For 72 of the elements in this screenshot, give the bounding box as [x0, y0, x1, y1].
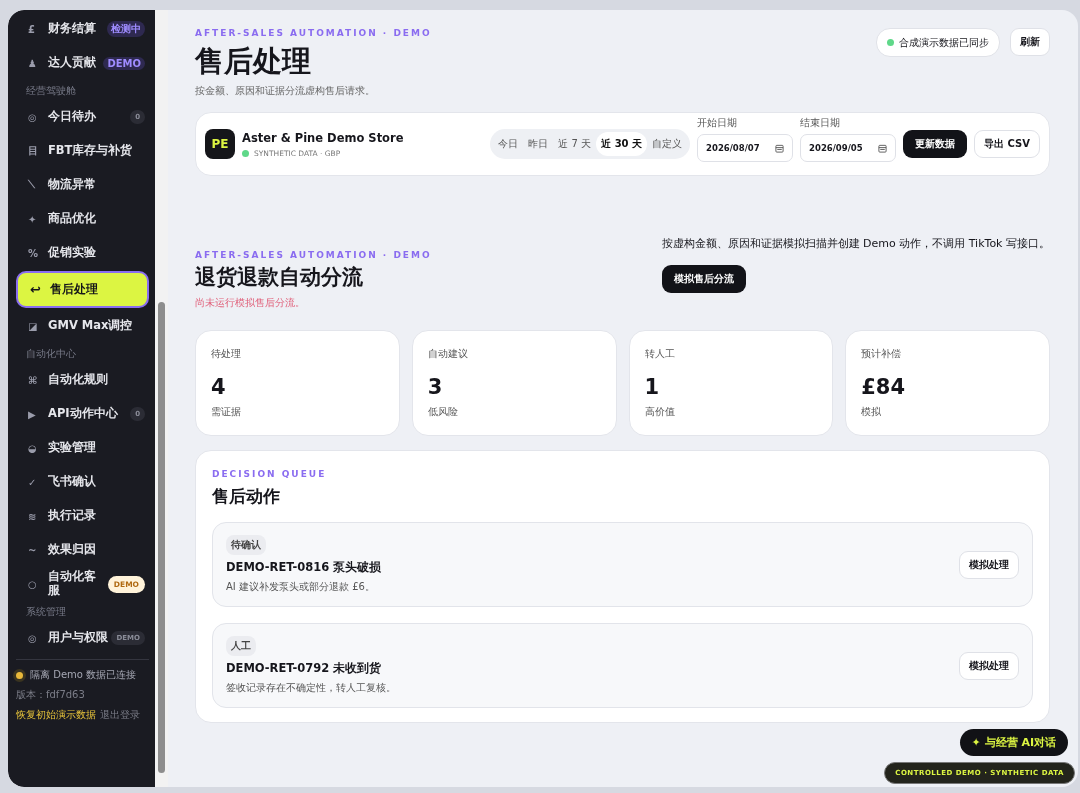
- simulate-button[interactable]: 模拟处理: [959, 651, 1019, 680]
- sidebar-item[interactable]: ↩ 售后处理: [16, 271, 149, 308]
- sidebar-item[interactable]: ✦ 商品优化: [16, 202, 149, 236]
- version-label: 版本：fdf7d63: [16, 688, 86, 702]
- field-label: 结束日期: [800, 116, 842, 130]
- ai-chat-button[interactable]: ✦ 与经营 AI对话: [959, 729, 1068, 756]
- sidebar-item[interactable]: ♟ 达人贡献 DEMO: [16, 46, 149, 80]
- sidebar-badge: DEMO: [103, 56, 145, 70]
- store-avatar: PE: [205, 129, 235, 159]
- end-date-field[interactable]: 2026/09/05: [800, 134, 897, 162]
- sidebar-item[interactable]: ⟍ 物流异常: [16, 168, 149, 202]
- stat-note: 高价值: [644, 405, 676, 419]
- page-title: 售后处理: [195, 43, 312, 80]
- queue-item-title: DEMO-RET-0792 未收到货: [226, 661, 382, 676]
- sidebar-section-label: 系统管理: [25, 605, 67, 619]
- status-tag: 待确认: [226, 535, 266, 555]
- refresh-button[interactable]: 刷新: [1010, 28, 1050, 56]
- calendar-icon: [878, 143, 888, 153]
- sidebar-item[interactable]: % 促销实验: [16, 236, 149, 270]
- range-tab[interactable]: 昨日: [523, 132, 554, 156]
- restore-demo-link[interactable]: 恢复初始演示数据: [16, 708, 96, 722]
- calendar-icon: [775, 143, 785, 153]
- queue-item-detail: 签收记录存在不确定性，转人工复核。: [226, 681, 396, 695]
- stat-note: 低风险: [427, 405, 459, 419]
- stat-value: 4: [211, 375, 227, 399]
- notice-text: 尚未运行模拟售后分流。: [195, 296, 306, 310]
- range-tab[interactable]: 近 7 天: [553, 132, 597, 156]
- stat-label: 预计补偿: [861, 347, 903, 361]
- status-dot: [16, 671, 23, 679]
- queue-title: 售后动作: [212, 485, 281, 508]
- status-tag: 人工: [226, 636, 256, 656]
- stat-value: 1: [644, 375, 661, 399]
- sidebar-item[interactable]: ◒ 实验管理: [16, 431, 149, 465]
- range-tab[interactable]: 近 30 天: [596, 132, 648, 156]
- stat-label: 转人工: [644, 347, 676, 361]
- sidebar-item[interactable]: ⌘ 自动化规则: [16, 363, 149, 397]
- stat-value: 3: [427, 375, 444, 399]
- sidebar-item[interactable]: £ 财务结算 检测中: [16, 12, 149, 46]
- sidebar-item[interactable]: ✓ 飞书确认: [16, 465, 149, 499]
- sidebar-item[interactable]: ~ 效果归因: [16, 533, 149, 567]
- update-data-button[interactable]: 更新数据: [903, 130, 968, 158]
- queue-item-detail: AI 建议补发泵头或部分退款 £6。: [226, 580, 375, 594]
- sidebar-section-label: 自动化中心: [25, 347, 77, 361]
- sidebar-item[interactable]: 目 FBT库存与补货: [16, 134, 149, 168]
- sidebar-section-label: 经营驾驶舱: [25, 84, 77, 98]
- store-name: Aster & Pine Demo Store: [242, 130, 405, 145]
- scrollbar[interactable]: [155, 10, 168, 787]
- stat-note: 需证据: [211, 405, 242, 419]
- sidebar-badge: 检测中: [107, 21, 145, 37]
- connection-status: 隔离 Demo 数据已连接: [30, 668, 137, 682]
- logout-link[interactable]: 退出登录: [100, 708, 140, 722]
- sync-status-pill: 合成演示数据已同步: [876, 28, 1000, 57]
- eyebrow-label: DECISION QUEUE: [212, 469, 328, 479]
- field-label: 开始日期: [697, 116, 739, 130]
- range-tab[interactable]: 自定义: [647, 132, 688, 156]
- eyebrow-label: AFTER-SALES AUTOMATION · DEMO: [195, 250, 432, 260]
- stat-label: 自动建议: [427, 347, 469, 361]
- export-csv-button[interactable]: 导出 CSV: [974, 130, 1040, 158]
- eyebrow-label: AFTER-SALES AUTOMATION · DEMO: [195, 28, 432, 38]
- page-subtitle: 按金额、原因和证据分流虚构售后请求。: [195, 84, 376, 98]
- queue-item-title: DEMO-RET-0816 泵头破损: [226, 560, 382, 575]
- start-date-field[interactable]: 2026/08/07: [697, 134, 794, 162]
- sidebar-item[interactable]: ◪ GMV Max调控: [16, 309, 149, 343]
- range-tab[interactable]: 今日: [493, 132, 524, 156]
- simulate-button[interactable]: 模拟处理: [959, 550, 1019, 579]
- stat-note: 模拟: [861, 405, 883, 419]
- section-title: 退货退款自动分流: [195, 264, 364, 291]
- stat-label: 待处理: [211, 347, 242, 361]
- run-simulation-button[interactable]: 模拟售后分流: [661, 265, 746, 293]
- section-description: 按虚构金额、原因和证据模拟扫描并创建 Demo 动作，不调用 TikTok 写接口。: [661, 236, 1050, 251]
- sidebar-item[interactable]: ≋ 执行记录: [16, 499, 149, 533]
- stat-value: £84: [861, 375, 907, 399]
